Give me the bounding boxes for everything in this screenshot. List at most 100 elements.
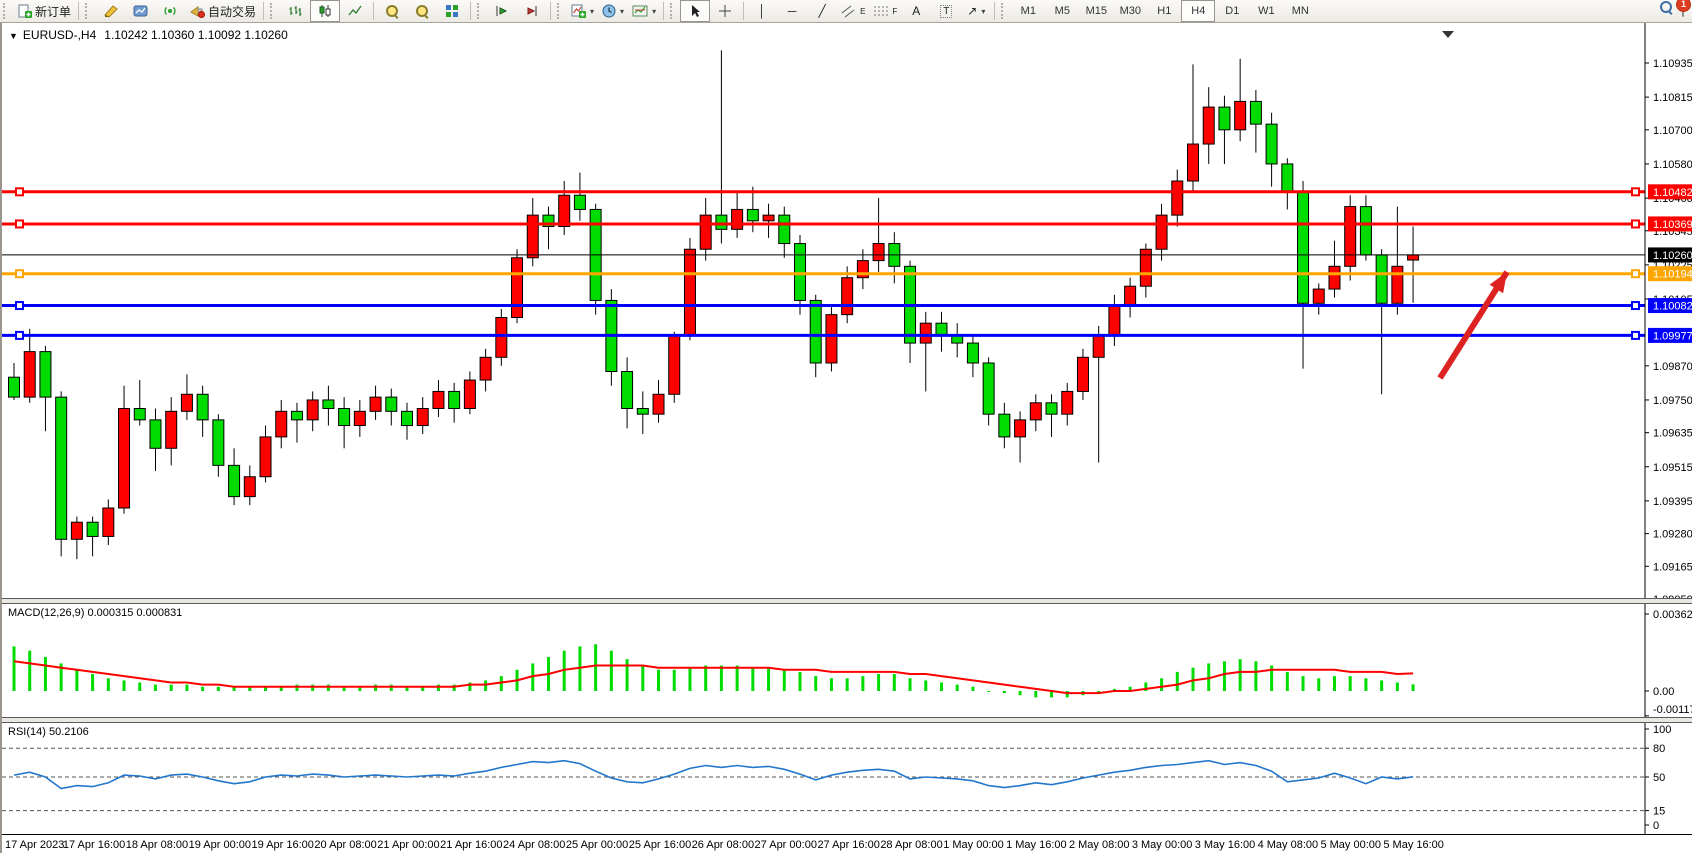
macd-histogram-bar (1223, 661, 1226, 691)
candle-bullish (244, 477, 255, 497)
dropdown-arrow-icon: ▾ (620, 7, 624, 16)
toolbar-drag-handle[interactable] (557, 3, 564, 19)
timeframe-button-MN[interactable]: MN (1283, 0, 1317, 22)
time-axis-label: 3 May 00:00 (1132, 839, 1193, 851)
signal-button[interactable] (155, 0, 185, 22)
macd-histogram-bar (1176, 672, 1179, 691)
candle-bearish (134, 408, 145, 419)
toolbar-drag-handle[interactable] (670, 3, 677, 19)
timeframe-button-H4[interactable]: H4 (1181, 0, 1215, 22)
candle-bullish (276, 411, 287, 437)
hline-handle[interactable] (16, 188, 23, 195)
candle-bearish (1282, 164, 1293, 192)
candle-bearish (386, 397, 397, 411)
timeframe-button-M5[interactable]: M5 (1045, 0, 1079, 22)
fibonacci-tool[interactable]: F (869, 0, 901, 22)
indicators-dropdown[interactable]: ▾ (567, 0, 598, 22)
chart-window: 1.109351.108151.107001.105801.104601.103… (0, 23, 1692, 853)
macd-canvas: 0.0036290.00-0.001171 (2, 604, 1692, 717)
chat-badge: 1 (1676, 0, 1691, 12)
periods-dropdown[interactable]: ▾ (598, 0, 628, 22)
macd-histogram-bar (673, 670, 676, 691)
horizontal-line-tool[interactable]: ─ (777, 0, 807, 22)
macd-pane[interactable]: 0.0036290.00-0.001171 MACD(12,26,9) 0.00… (2, 604, 1692, 717)
arrows-tool-dropdown[interactable]: ↗ ▾ (961, 0, 991, 22)
zoom-out-button[interactable] (407, 0, 437, 22)
trendline-tool[interactable]: ╱ (807, 0, 837, 22)
hline-handle[interactable] (1632, 332, 1639, 339)
vertical-line-tool[interactable]: │ (747, 0, 777, 22)
toolbar-drag-handle[interactable] (85, 3, 92, 19)
time-axis-label: 26 Apr 08:00 (692, 839, 754, 851)
text-label-tool[interactable]: T (931, 0, 961, 22)
candle-bearish (936, 323, 947, 334)
macd-histogram-bar (594, 644, 597, 691)
candle-bullish (700, 215, 711, 249)
rsi-tick-label: 50 (1653, 772, 1665, 784)
candle-bullish (181, 394, 192, 411)
rsi-value: 50.2106 (49, 726, 89, 738)
toolbar-drag-handle[interactable] (1001, 3, 1008, 19)
hline-handle[interactable] (1632, 188, 1639, 195)
toolbar-drag-handle[interactable] (270, 3, 277, 19)
text-tool[interactable]: A (901, 0, 931, 22)
chart-shift-button[interactable] (517, 0, 547, 22)
macd-histogram-bar (13, 646, 16, 691)
candle-bullish (1077, 357, 1088, 391)
styler-button[interactable] (95, 0, 125, 22)
hline-handle[interactable] (1632, 270, 1639, 277)
crosshair-tool-button[interactable] (710, 0, 740, 22)
hline-handle[interactable] (16, 220, 23, 227)
candle-bullish (71, 522, 82, 539)
timeframe-button-M1[interactable]: M1 (1011, 0, 1045, 22)
chart-shift-marker[interactable] (1442, 31, 1454, 38)
timeframe-button-W1[interactable]: W1 (1249, 0, 1283, 22)
tile-windows-button[interactable] (437, 0, 467, 22)
autotrading-button[interactable]: 自动交易 (185, 0, 260, 22)
timeframe-button-D1[interactable]: D1 (1215, 0, 1249, 22)
search-button[interactable] (1660, 1, 1672, 16)
hline-handle[interactable] (1632, 302, 1639, 309)
macd-histogram-bar (1333, 676, 1336, 691)
cursor-tool-button[interactable] (680, 0, 710, 22)
line-chart-button[interactable] (340, 0, 370, 22)
main-price-pane[interactable]: 1.109351.108151.107001.105801.104601.103… (2, 23, 1692, 598)
equidistant-channel-tool[interactable]: E (837, 0, 869, 22)
templates-dropdown[interactable]: ▾ (628, 0, 660, 22)
toolbar-right: 1 (1660, 1, 1684, 16)
macd-signal-line (14, 661, 1413, 693)
candlestick-chart-button[interactable] (310, 0, 340, 22)
hline-price-label: 1.10260 (1653, 250, 1692, 262)
auto-scroll-button[interactable] (487, 0, 517, 22)
timeframe-button-H1[interactable]: H1 (1147, 0, 1181, 22)
zoom-out-icon (416, 5, 428, 17)
hline-handle[interactable] (16, 270, 23, 277)
hline-handle[interactable] (1632, 220, 1639, 227)
time-axis-label: 21 Apr 16:00 (440, 839, 502, 851)
timeframe-button-M15[interactable]: M15 (1079, 0, 1113, 22)
time-axis[interactable]: 17 Apr 202317 Apr 16:0018 Apr 08:0019 Ap… (2, 834, 1692, 853)
macd-histogram-bar (641, 666, 644, 691)
timeframe-button-M30[interactable]: M30 (1113, 0, 1147, 22)
chat-button[interactable]: 1 (1682, 2, 1684, 16)
candle-bullish (1030, 403, 1041, 420)
candle-bearish (339, 408, 350, 425)
template-icon (632, 4, 648, 18)
hline-handle[interactable] (16, 302, 23, 309)
bar-chart-button[interactable] (280, 0, 310, 22)
price-tick-label: 1.10700 (1653, 125, 1692, 137)
candle-bullish (1015, 420, 1026, 437)
one-click-trading-toggle[interactable]: ▼ (9, 31, 18, 41)
price-tick-label: 1.10935 (1653, 58, 1692, 70)
candle-bullish (260, 437, 271, 477)
price-chart-canvas[interactable]: 1.109351.108151.107001.105801.104601.103… (2, 23, 1692, 598)
zoom-in-button[interactable] (377, 0, 407, 22)
toolbar-drag-handle[interactable] (3, 3, 10, 19)
hline-handle[interactable] (16, 332, 23, 339)
new-order-button[interactable]: 新订单 (13, 0, 75, 22)
chart-profile-button[interactable] (125, 0, 155, 22)
rsi-name: RSI(14) (8, 726, 46, 738)
toolbar-drag-handle[interactable] (477, 3, 484, 19)
candle-bullish (1125, 286, 1136, 306)
rsi-pane[interactable]: 1008050150 RSI(14) 50.2106 (2, 723, 1692, 834)
